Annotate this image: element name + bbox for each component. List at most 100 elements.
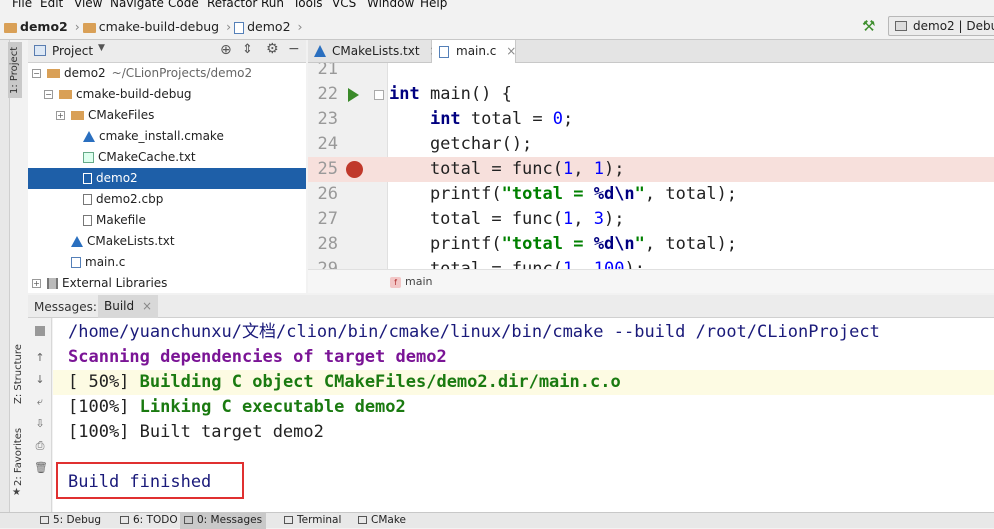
menu-navigate[interactable]: Navigate	[110, 0, 164, 10]
collapse-icon[interactable]: −	[32, 69, 41, 78]
code-token: main() {	[419, 84, 512, 104]
tree-item-label: demo2	[96, 171, 138, 185]
tree-item[interactable]: − demo2 ~/CLionProjects/demo2	[28, 63, 306, 84]
code-editor[interactable]: 21 22 int main() {23 int total = 0; 24 getc…	[308, 63, 994, 269]
breadcrumb-item-demo2[interactable]: demo2	[20, 19, 68, 34]
tool-tab--messages[interactable]: 0: Messages	[180, 513, 266, 529]
code-text: total = func(1, 100);	[389, 257, 645, 269]
print-icon[interactable]: ⎙	[34, 440, 46, 452]
menu-file[interactable]: File	[12, 0, 32, 10]
code-token: ,	[573, 209, 594, 229]
menu-edit[interactable]: Edit	[40, 0, 63, 10]
soft-wrap-icon[interactable]: ⤶	[34, 396, 46, 408]
tool-tab--debug[interactable]: 5: Debug	[36, 513, 101, 529]
fold-icon[interactable]	[374, 90, 384, 100]
code-token: 1	[563, 159, 574, 179]
folder-icon	[47, 69, 60, 78]
code-token: , total);	[644, 184, 738, 204]
expand-icon[interactable]: +	[56, 111, 65, 120]
tree-item[interactable]: − cmake-build-debug	[28, 84, 306, 105]
tab-cmakelists[interactable]: CMakeLists.txt ×	[308, 40, 439, 63]
close-icon[interactable]: ×	[506, 44, 516, 58]
highlight-box	[56, 462, 244, 499]
arrow-up-icon[interactable]: ↑	[34, 352, 46, 364]
tab-build[interactable]: Build ×	[98, 295, 159, 318]
build-tab-label: Build	[104, 299, 135, 313]
tree-item[interactable]: + External Libraries	[28, 273, 306, 293]
menu-code[interactable]: Code	[168, 0, 199, 10]
menu-tools[interactable]: Tools	[293, 0, 323, 10]
tool-tab-terminal[interactable]: Terminal	[280, 513, 342, 529]
gear-icon[interactable]: ⚙	[266, 41, 279, 57]
file-icon	[234, 21, 245, 34]
expand-icon[interactable]: +	[32, 279, 41, 288]
tree-item[interactable]: + CMakeFiles	[28, 105, 306, 126]
run-configuration-select[interactable]: demo2 | Debug	[888, 16, 994, 36]
menu-view[interactable]: View	[74, 0, 102, 10]
breakpoint-icon[interactable]	[346, 161, 363, 178]
breadcrumb-separator: ›	[226, 19, 232, 34]
tree-item[interactable]: demo2.cbp	[28, 189, 306, 210]
cmake-icon	[83, 131, 95, 142]
stop-icon[interactable]	[35, 326, 45, 336]
code-text: int total = 0;	[389, 107, 573, 132]
code-token: "	[634, 184, 645, 204]
tab-main-c[interactable]: main.c ×	[432, 40, 516, 63]
code-token: %d\n	[593, 234, 635, 254]
code-line: 27 total = func(1, 3);	[308, 207, 994, 232]
tree-item-path: ~/CLionProjects/demo2	[111, 66, 253, 80]
tree-item[interactable]: Makefile	[28, 210, 306, 231]
scroll-to-end-icon[interactable]: ⇩	[34, 418, 46, 430]
code-token: total = func(	[389, 159, 563, 179]
tree-item[interactable]: CMakeCache.txt	[28, 147, 306, 168]
structure-tool-tab[interactable]: Z: Structure	[13, 344, 24, 404]
code-token: printf(	[389, 184, 502, 204]
favorites-tool-tab[interactable]: 2: Favorites	[13, 428, 24, 486]
menu-window[interactable]: Window	[367, 0, 414, 10]
library-icon	[47, 278, 58, 289]
output-line: [100%] Linking C executable demo2	[68, 395, 406, 420]
breadcrumb-item-cmake-build-debug[interactable]: cmake-build-debug	[99, 19, 219, 34]
menu-run[interactable]: Run	[261, 0, 284, 10]
menu-help[interactable]: Help	[420, 0, 447, 10]
menu-bar: File Edit View Navigate Code Refactor Run Tools…	[0, 0, 994, 12]
collapse-icon[interactable]: −	[44, 90, 53, 99]
close-icon[interactable]: ×	[142, 299, 152, 313]
build-hammer-icon[interactable]: ⚒	[862, 17, 875, 35]
chevron-down-icon[interactable]: ▼	[98, 43, 105, 53]
run-configuration-label: demo2 | Debug	[913, 19, 994, 33]
minimize-icon[interactable]: −	[288, 41, 300, 57]
trash-icon[interactable]: 🗑	[34, 462, 48, 474]
arrow-down-icon[interactable]: ↓	[34, 374, 46, 386]
code-token: );	[624, 259, 645, 269]
tree-item[interactable]: CMakeLists.txt	[28, 231, 306, 252]
project-panel-title[interactable]: Project	[52, 44, 93, 58]
run-icon[interactable]	[348, 88, 359, 102]
line-number: 28	[317, 234, 338, 254]
tree-item[interactable]: demo2	[28, 168, 306, 189]
line-number: 25	[317, 159, 338, 179]
breadcrumb-separator: ›	[297, 19, 303, 34]
collapse-icon[interactable]: ⇕	[242, 42, 253, 57]
code-token: %d\n	[593, 184, 635, 204]
editor-tab-bar: CMakeLists.txt × main.c ×	[308, 40, 994, 63]
cache-icon	[83, 152, 94, 163]
tree-item-label: main.c	[85, 255, 126, 269]
breadcrumb-item-demo2-binary[interactable]: demo2	[247, 19, 290, 34]
tab-project-tool-window[interactable]: 1: Project	[8, 42, 22, 98]
tree-item[interactable]: cmake_install.cmake	[28, 126, 306, 147]
tree-item[interactable]: main.c	[28, 252, 306, 273]
function-crumb[interactable]: main	[405, 275, 432, 288]
code-line: 26 printf("total = %d\n", total);	[308, 182, 994, 207]
project-icon	[34, 45, 46, 56]
menu-refactor[interactable]: Refactor	[207, 0, 257, 10]
sync-icon[interactable]: ⊕	[220, 42, 232, 58]
tool-tab--todo[interactable]: 6: TODO	[116, 513, 178, 529]
code-text: printf("total = %d\n", total);	[389, 232, 737, 257]
code-text: printf("total = %d\n", total);	[389, 182, 737, 207]
code-text: total = func(1, 3);	[389, 207, 625, 232]
menu-vcs[interactable]: VCS	[332, 0, 356, 10]
messages-panel-header: Messages: Build ×	[28, 295, 994, 318]
tool-tab-cmake[interactable]: CMake	[354, 513, 406, 529]
